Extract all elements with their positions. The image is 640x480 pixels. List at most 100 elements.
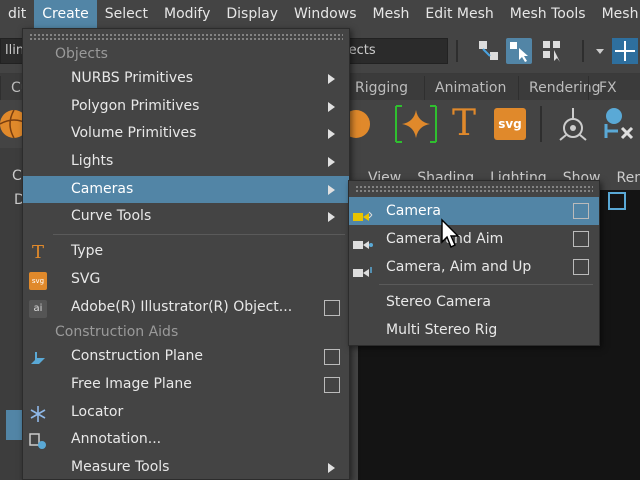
menu-mesh-display[interactable]: Mesh Display <box>594 0 640 28</box>
menu-item-camera[interactable]: Camera <box>349 197 599 225</box>
menu-mesh-tools[interactable]: Mesh Tools <box>502 0 594 28</box>
menu-edit-mesh[interactable]: Edit Mesh <box>417 0 501 28</box>
snap-grid-icon[interactable] <box>612 38 638 64</box>
menu-windows[interactable]: Windows <box>286 0 365 28</box>
item-label: Camera, Aim and Up <box>386 259 532 275</box>
submenu-arrow-icon <box>328 462 335 473</box>
annotation-icon <box>29 432 47 450</box>
menu-item-multi-stereo-rig[interactable]: Multi Stereo Rig <box>349 316 599 344</box>
submenu-arrow-icon <box>328 184 335 195</box>
delete-history-icon[interactable] <box>600 104 640 144</box>
menu-item-polygon-primitives[interactable]: Polygon Primitives <box>23 93 349 121</box>
menu-item-type[interactable]: T Type <box>23 238 349 266</box>
toolbar-divider <box>456 40 458 62</box>
item-label: Volume Primitives <box>71 125 197 142</box>
menu-item-lights[interactable]: Lights <box>23 148 349 176</box>
item-label: Cameras <box>71 180 134 197</box>
menu-item-camera-and-aim[interactable]: Camera and Aim <box>349 225 599 253</box>
menu-divider <box>53 234 345 236</box>
menuset-dropdown[interactable]: lling <box>0 38 24 64</box>
option-box[interactable] <box>573 231 589 247</box>
menu-item-annotation[interactable]: Annotation... <box>23 426 349 454</box>
sweep-mesh-icon[interactable] <box>394 104 438 144</box>
svg-icon: svg <box>29 271 47 290</box>
menu-item-nurbs-primitives[interactable]: NURBS Primitives <box>23 65 349 93</box>
item-label: SVG <box>71 270 101 287</box>
create-menu: Objects NURBS Primitives Polygon Primiti… <box>22 28 350 480</box>
illustrator-icon: ai <box>29 299 47 318</box>
menu-mesh[interactable]: Mesh <box>365 0 418 28</box>
item-label: NURBS Primitives <box>71 70 194 86</box>
menu-edit[interactable]: dit <box>0 0 34 28</box>
selection-field[interactable]: jects <box>340 38 448 64</box>
select-object-icon[interactable] <box>506 38 532 64</box>
section-objects: Objects <box>55 46 108 62</box>
option-box[interactable] <box>324 349 340 366</box>
cameras-submenu: Camera Camera and Aim Camera, Aim and Up… <box>348 180 600 346</box>
submenu-arrow-icon <box>328 212 335 223</box>
menu-item-construction-plane[interactable]: Construction Plane <box>23 343 349 371</box>
option-box[interactable] <box>324 299 340 316</box>
menu-item-measure-tools[interactable]: Measure Tools <box>23 454 349 480</box>
camera-icon <box>353 205 373 221</box>
menu-item-camera-aim-up[interactable]: Camera, Aim and Up <box>349 253 599 281</box>
pivot-icon[interactable] <box>556 106 590 142</box>
menu-item-volume-primitives[interactable]: Volume Primitives <box>23 120 349 148</box>
viewport-menu-renderer[interactable]: Render <box>616 170 640 186</box>
menu-display[interactable]: Display <box>218 0 286 28</box>
type-tool-icon[interactable]: T <box>448 104 480 144</box>
construction-plane-icon <box>29 349 47 367</box>
item-label: Polygon Primitives <box>71 97 200 114</box>
option-box[interactable] <box>324 376 340 393</box>
select-component-icon[interactable] <box>540 38 566 64</box>
menu-item-locator[interactable]: Locator <box>23 399 349 427</box>
item-label: Lights <box>71 153 114 170</box>
menu-item-stereo-camera[interactable]: Stereo Camera <box>349 288 599 316</box>
item-label: Stereo Camera <box>386 294 492 310</box>
submenu-arrow-icon <box>328 101 335 112</box>
tear-off-handle[interactable] <box>355 185 593 193</box>
shelf-divider <box>540 106 542 142</box>
locator-icon <box>29 405 47 423</box>
select-hierarchy-icon[interactable] <box>476 38 502 64</box>
item-label: Type <box>71 243 104 260</box>
item-label: Construction Plane <box>71 348 203 365</box>
item-label: Camera <box>386 203 441 219</box>
item-label: Multi Stereo Rig <box>386 322 498 338</box>
item-label: Adobe(R) Illustrator(R) Object... <box>71 298 293 315</box>
menu-create[interactable]: Create <box>34 0 97 28</box>
menu-divider <box>379 284 593 285</box>
menu-item-illustrator-object[interactable]: ai Adobe(R) Illustrator(R) Object... <box>23 294 349 322</box>
panel-label-c: C <box>12 168 22 184</box>
menu-item-free-image-plane[interactable]: Free Image Plane <box>23 371 349 399</box>
item-label: Free Image Plane <box>71 375 192 392</box>
item-label: Curve Tools <box>71 208 152 225</box>
item-label: Locator <box>71 403 124 420</box>
submenu-arrow-icon <box>328 157 335 168</box>
option-box[interactable] <box>573 259 589 275</box>
menu-item-svg[interactable]: svg SVG <box>23 266 349 294</box>
viewport-toggle-icon[interactable] <box>608 192 626 210</box>
svg-tool-icon[interactable]: svg <box>494 108 526 140</box>
camera-aim-icon <box>353 233 373 249</box>
mouse-pointer-icon <box>440 218 462 250</box>
tear-off-handle[interactable] <box>29 33 343 41</box>
shape-icon[interactable] <box>342 106 372 142</box>
option-box[interactable] <box>573 203 589 219</box>
section-construction-aids: Construction Aids <box>55 324 179 341</box>
shelf-tab-rigging[interactable]: Rigging <box>344 76 418 100</box>
item-label: Measure Tools <box>71 458 170 475</box>
panel-selection-bar[interactable] <box>6 410 22 440</box>
submenu-arrow-icon <box>328 74 335 84</box>
submenu-arrow-icon <box>328 129 335 140</box>
menu-item-cameras[interactable]: Cameras <box>23 175 349 204</box>
toolbar-divider-2 <box>582 40 584 62</box>
shelf-tab-fx[interactable]: FX <box>588 76 627 100</box>
menu-modify[interactable]: Modify <box>156 0 218 28</box>
maya-window: dit Create Select Modify Display Windows… <box>0 0 640 480</box>
menu-item-curve-tools[interactable]: Curve Tools <box>23 203 349 231</box>
shelf-tab-animation[interactable]: Animation <box>424 76 516 100</box>
menu-select[interactable]: Select <box>97 0 156 28</box>
item-label: Annotation... <box>71 431 162 448</box>
type-icon: T <box>31 242 44 264</box>
